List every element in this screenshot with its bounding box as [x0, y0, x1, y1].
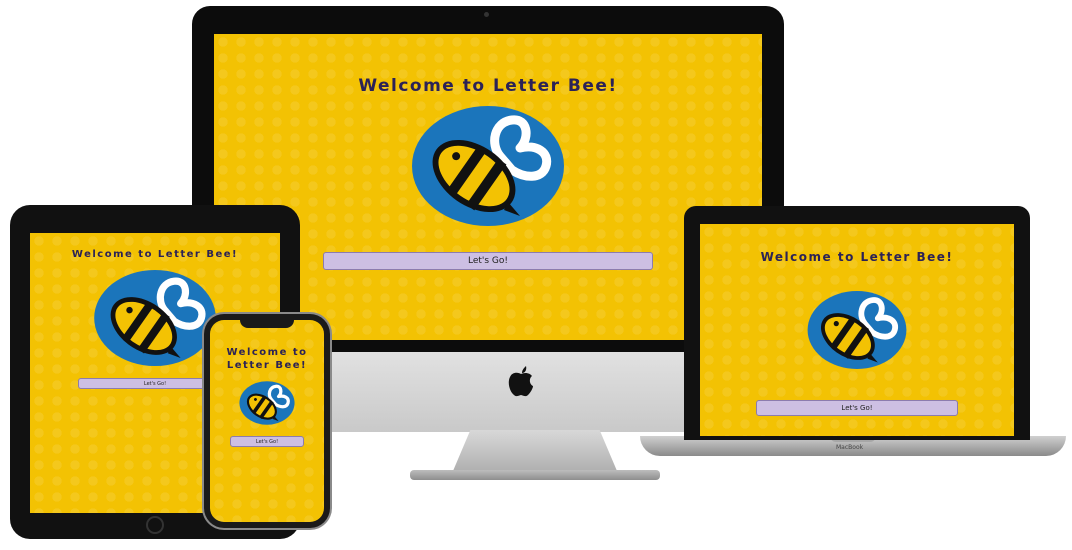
bee-logo-icon [412, 106, 564, 226]
start-button[interactable]: Let's Go! [323, 252, 653, 270]
start-button[interactable]: Let's Go! [756, 400, 958, 416]
page-title: Welcome to Letter Bee! [358, 76, 618, 96]
bee-logo-icon [239, 381, 295, 425]
page-title: Welcome to Letter Bee! [71, 249, 239, 260]
page-title-line-2: Letter Bee! [226, 360, 308, 371]
desktop-stand-base [410, 470, 660, 480]
laptop-screen: Welcome to Letter Bee! Let's Go! [700, 224, 1014, 436]
tablet-home-button [146, 516, 164, 534]
desktop-camera [484, 12, 489, 17]
bee-logo-icon [94, 270, 216, 366]
phone-device: Welcome to Letter Bee! Let's Go! [204, 314, 330, 528]
page-title: Welcome to Letter Bee! [226, 346, 307, 372]
bee-logo-icon [807, 291, 907, 369]
page-title: Welcome to Letter Bee! [760, 250, 954, 264]
start-button[interactable]: Let's Go! [230, 436, 304, 447]
page-title-line-1: Welcome to [226, 347, 308, 358]
phone-screen: Welcome to Letter Bee! Let's Go! [210, 320, 324, 522]
laptop-lid: Welcome to Letter Bee! Let's Go! [684, 206, 1030, 440]
apple-logo-icon [508, 366, 533, 397]
phone-notch [240, 320, 294, 328]
laptop-brand: MacBook [836, 444, 864, 451]
